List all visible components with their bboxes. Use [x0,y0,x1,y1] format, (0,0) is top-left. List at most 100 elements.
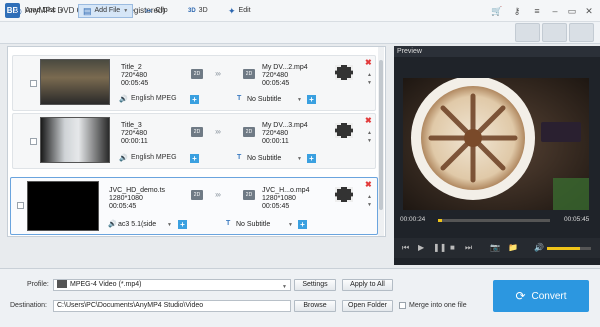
main-toolbar [0,22,600,44]
key-icon[interactable]: ⚷ [510,4,524,18]
rename-button[interactable] [542,23,567,42]
edit-button[interactable]: ✦ Edit [228,4,251,18]
audio-icon: 🔊 [108,221,117,228]
move-up-icon[interactable]: ▲ [367,130,372,136]
add-audio-button[interactable]: + [190,95,199,104]
convert-icon: ⟳ [515,289,526,303]
folder-icon[interactable]: 📁 [508,243,518,252]
load-disc-button[interactable]: ◎ Load Disc ▼ [14,4,64,18]
move-down-icon[interactable]: ▼ [367,80,372,86]
add-audio-button[interactable]: + [190,154,199,163]
previous-icon[interactable]: ⏮ [402,243,409,253]
load-disc-label: Load Disc [24,7,56,14]
add-audio-button[interactable]: + [178,220,187,229]
play-icon[interactable]: ▶ [418,243,424,252]
chevron-down-icon: ▼ [59,8,64,14]
volume-slider[interactable] [547,247,591,250]
film-icon[interactable] [335,65,353,80]
audio-icon: 🔊 [119,155,128,162]
film-icon[interactable] [335,187,353,202]
chevron-down-icon[interactable]: ▼ [297,156,302,162]
clip-button[interactable]: ✂ Clip [145,4,168,18]
move-up-icon[interactable]: ▲ [367,194,372,200]
cart-icon[interactable]: 🛒 [490,4,504,18]
close-button[interactable]: ✕ [582,4,596,18]
profile-label: Profile: [27,281,49,288]
merge-checkbox[interactable] [399,302,406,309]
film-icon[interactable] [335,123,353,138]
volume-icon[interactable]: 🔊 [534,243,544,252]
item-checkbox[interactable] [30,80,37,87]
remove-item-icon[interactable]: ✖ [365,180,372,189]
convert-label: Convert [531,290,567,302]
remove-item-icon[interactable]: ✖ [365,58,372,67]
video-thumbnail [40,117,110,163]
subtitle-select[interactable]: No Subtitle [236,220,270,229]
browse-button[interactable]: Browse [294,300,336,312]
3d-icon: 3D [188,8,196,14]
source-duration: 00:00:11 [121,138,148,145]
profile-select[interactable]: MPEG-4 Video (*.mp4) ▼ [53,279,291,291]
source-2d-badge: 2D [191,190,203,200]
audio-track-select[interactable]: ac3 5.1(side [118,220,156,229]
settings-button[interactable]: Settings [294,279,336,291]
convert-arrows-icon: ››› [215,127,221,136]
subtitle-select[interactable]: No Subtitle [247,95,281,104]
chevron-down-icon[interactable]: ▼ [297,97,302,103]
add-file-label: Add File [94,7,121,14]
subtitle-icon: T [226,220,231,227]
3d-button[interactable]: 3D 3D [188,4,208,18]
preview-header: Preview [394,46,600,57]
subtitle-icon: T [237,95,242,102]
snapshot-icon[interactable]: 📷 [490,243,500,252]
remove-button[interactable] [569,23,594,42]
chevron-down-icon[interactable]: ▼ [288,222,293,228]
audio-track-select[interactable]: English MPEG [128,94,182,105]
current-time: 00:00:24 [400,216,426,223]
subtitle-select[interactable]: No Subtitle [247,154,281,163]
video-thumbnail [27,181,99,231]
chevron-down-icon: ▼ [282,284,287,290]
minimize-button[interactable]: – [548,4,562,18]
seek-bar[interactable] [438,219,550,222]
output-duration: 00:05:45 [262,80,290,87]
move-down-icon[interactable]: ▼ [367,202,372,208]
maximize-button[interactable]: ▭ [565,4,579,18]
destination-input[interactable]: C:\Users\PC\Documents\AnyMP4 Studio\Vide… [53,300,291,312]
add-file-icon: ▤ [83,6,92,16]
open-folder-button[interactable]: Open Folder [342,300,393,312]
move-down-icon[interactable]: ▼ [367,138,372,144]
next-icon[interactable]: ⏭ [465,243,472,253]
source-duration: 00:05:45 [121,80,149,87]
remove-item-icon[interactable]: ✖ [365,116,372,125]
menu-icon[interactable]: ≡ [530,4,544,18]
add-subtitle-button[interactable]: + [307,154,316,163]
profile-value: MPEG-4 Video (*.mp4) [70,281,142,288]
edit-icon: ✦ [228,6,236,16]
video-thumbnail [40,59,110,105]
convert-button[interactable]: ⟳ Convert [493,280,589,312]
chevron-down-icon[interactable]: ▼ [167,222,172,228]
merge-label: Merge into one file [409,302,467,309]
apply-to-all-button[interactable]: Apply to All [342,279,393,291]
output-2d-badge: 2D [243,69,255,79]
volume-slider-fill [547,247,580,250]
add-subtitle-button[interactable]: + [307,95,316,104]
total-time: 00:05:45 [564,216,590,223]
source-2d-badge: 2D [191,69,203,79]
output-duration: 00:00:11 [262,138,289,145]
item-checkbox[interactable] [17,202,24,209]
move-up-icon[interactable]: ▲ [367,72,372,78]
item-checkbox[interactable] [30,138,37,145]
add-file-button[interactable]: ▤ Add File ▼ [78,4,134,18]
merge-button[interactable] [515,23,540,42]
add-subtitle-button[interactable]: + [298,220,307,229]
audio-icon: 🔊 [119,96,128,103]
stop-icon[interactable]: ■ [450,243,455,252]
clip-label: Clip [155,7,168,14]
audio-track-select[interactable]: English MPEG [128,153,182,164]
3d-label: 3D [198,7,208,14]
source-duration: 00:05:45 [109,203,137,210]
list-scrollbar-thumb[interactable] [379,60,383,210]
pause-icon[interactable]: ❚❚ [433,243,446,252]
